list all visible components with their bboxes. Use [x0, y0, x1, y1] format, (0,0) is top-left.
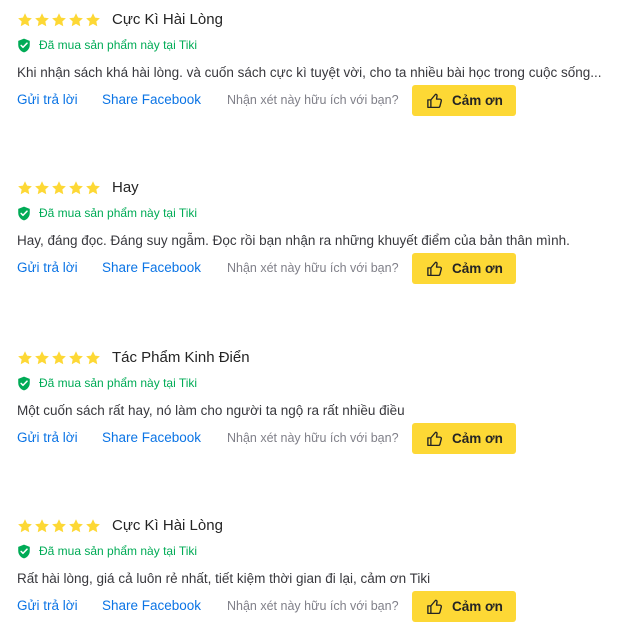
star-rating	[17, 350, 101, 366]
verified-purchase: Đã mua sản phẩm này tại Tiki	[17, 37, 197, 53]
star-rating	[17, 180, 101, 196]
review-title: Hay	[112, 179, 139, 196]
thanks-button-label: Cảm ơn	[452, 261, 503, 276]
helpful-question: Nhận xét này hữu ích với bạn?	[227, 599, 399, 613]
thanks-button[interactable]: Cảm ơn	[412, 253, 516, 284]
verified-purchase: Đã mua sản phẩm này tại Tiki	[17, 543, 197, 559]
star-icon	[52, 351, 66, 365]
helpful-question: Nhận xét này hữu ích với bạn?	[227, 261, 399, 275]
star-icon	[69, 13, 83, 27]
shield-check-icon	[17, 544, 31, 559]
star-icon	[35, 519, 49, 533]
star-icon	[52, 181, 66, 195]
share-facebook-link[interactable]: Share Facebook	[102, 260, 201, 275]
review-content: Rất hài lòng, giá cả luôn rẻ nhất, tiết …	[17, 571, 431, 586]
star-icon	[18, 351, 32, 365]
star-icon	[86, 13, 100, 27]
star-icon	[69, 181, 83, 195]
reply-link[interactable]: Gửi trả lời	[17, 260, 78, 275]
review-actions: Gửi trả lời Share Facebook Nhận xét này …	[17, 253, 617, 285]
review-actions: Gửi trả lời Share Facebook Nhận xét này …	[17, 591, 617, 623]
helpful-question: Nhận xét này hữu ích với bạn?	[227, 93, 399, 107]
star-icon	[35, 13, 49, 27]
star-icon	[35, 351, 49, 365]
thanks-button[interactable]: Cảm ơn	[412, 85, 516, 116]
thanks-button[interactable]: Cảm ơn	[412, 423, 516, 454]
shield-check-icon	[17, 38, 31, 53]
star-icon	[86, 181, 100, 195]
star-icon	[18, 519, 32, 533]
star-rating	[17, 12, 101, 28]
star-icon	[35, 181, 49, 195]
review-content: Hay, đáng đọc. Đáng suy ngẫm. Đọc rồi bạ…	[17, 233, 570, 248]
star-icon	[69, 519, 83, 533]
verified-purchase: Đã mua sản phẩm này tại Tiki	[17, 375, 197, 391]
review-actions: Gửi trả lời Share Facebook Nhận xét này …	[17, 85, 617, 117]
star-icon	[18, 13, 32, 27]
review-header: Cực Kì Hài Lòng	[17, 10, 223, 30]
review-header: Cực Kì Hài Lòng	[17, 516, 223, 536]
review-content: Một cuốn sách rất hay, nó làm cho người …	[17, 403, 405, 418]
verified-purchase-text: Đã mua sản phẩm này tại Tiki	[39, 376, 198, 390]
verified-purchase: Đã mua sản phẩm này tại Tiki	[17, 205, 197, 221]
shield-check-icon	[17, 206, 31, 221]
review-title: Cực Kì Hài Lòng	[112, 11, 223, 28]
thanks-button-label: Cảm ơn	[452, 599, 503, 614]
thanks-button[interactable]: Cảm ơn	[412, 591, 516, 622]
review-header: Tác Phẩm Kinh Điển	[17, 348, 250, 368]
thumbs-up-icon	[412, 260, 444, 278]
thanks-button-label: Cảm ơn	[452, 431, 503, 446]
share-facebook-link[interactable]: Share Facebook	[102, 430, 201, 445]
star-icon	[18, 181, 32, 195]
star-icon	[86, 519, 100, 533]
verified-purchase-text: Đã mua sản phẩm này tại Tiki	[39, 38, 198, 52]
review-actions: Gửi trả lời Share Facebook Nhận xét này …	[17, 423, 617, 455]
thumbs-up-icon	[412, 430, 444, 448]
thanks-button-label: Cảm ơn	[452, 93, 503, 108]
star-icon	[52, 13, 66, 27]
shield-check-icon	[17, 376, 31, 391]
reply-link[interactable]: Gửi trả lời	[17, 92, 78, 107]
share-facebook-link[interactable]: Share Facebook	[102, 598, 201, 613]
star-icon	[86, 351, 100, 365]
star-icon	[69, 351, 83, 365]
review-content: Khi nhận sách khá hài lòng. và cuốn sách…	[17, 65, 602, 80]
review-title: Cực Kì Hài Lòng	[112, 517, 223, 534]
thumbs-up-icon	[412, 598, 444, 616]
reply-link[interactable]: Gửi trả lời	[17, 598, 78, 613]
star-icon	[52, 519, 66, 533]
review-header: Hay	[17, 178, 139, 198]
helpful-question: Nhận xét này hữu ích với bạn?	[227, 431, 399, 445]
share-facebook-link[interactable]: Share Facebook	[102, 92, 201, 107]
star-rating	[17, 518, 101, 534]
review-title: Tác Phẩm Kinh Điển	[112, 349, 250, 366]
thumbs-up-icon	[412, 92, 444, 110]
verified-purchase-text: Đã mua sản phẩm này tại Tiki	[39, 544, 198, 558]
reply-link[interactable]: Gửi trả lời	[17, 430, 78, 445]
verified-purchase-text: Đã mua sản phẩm này tại Tiki	[39, 206, 198, 220]
